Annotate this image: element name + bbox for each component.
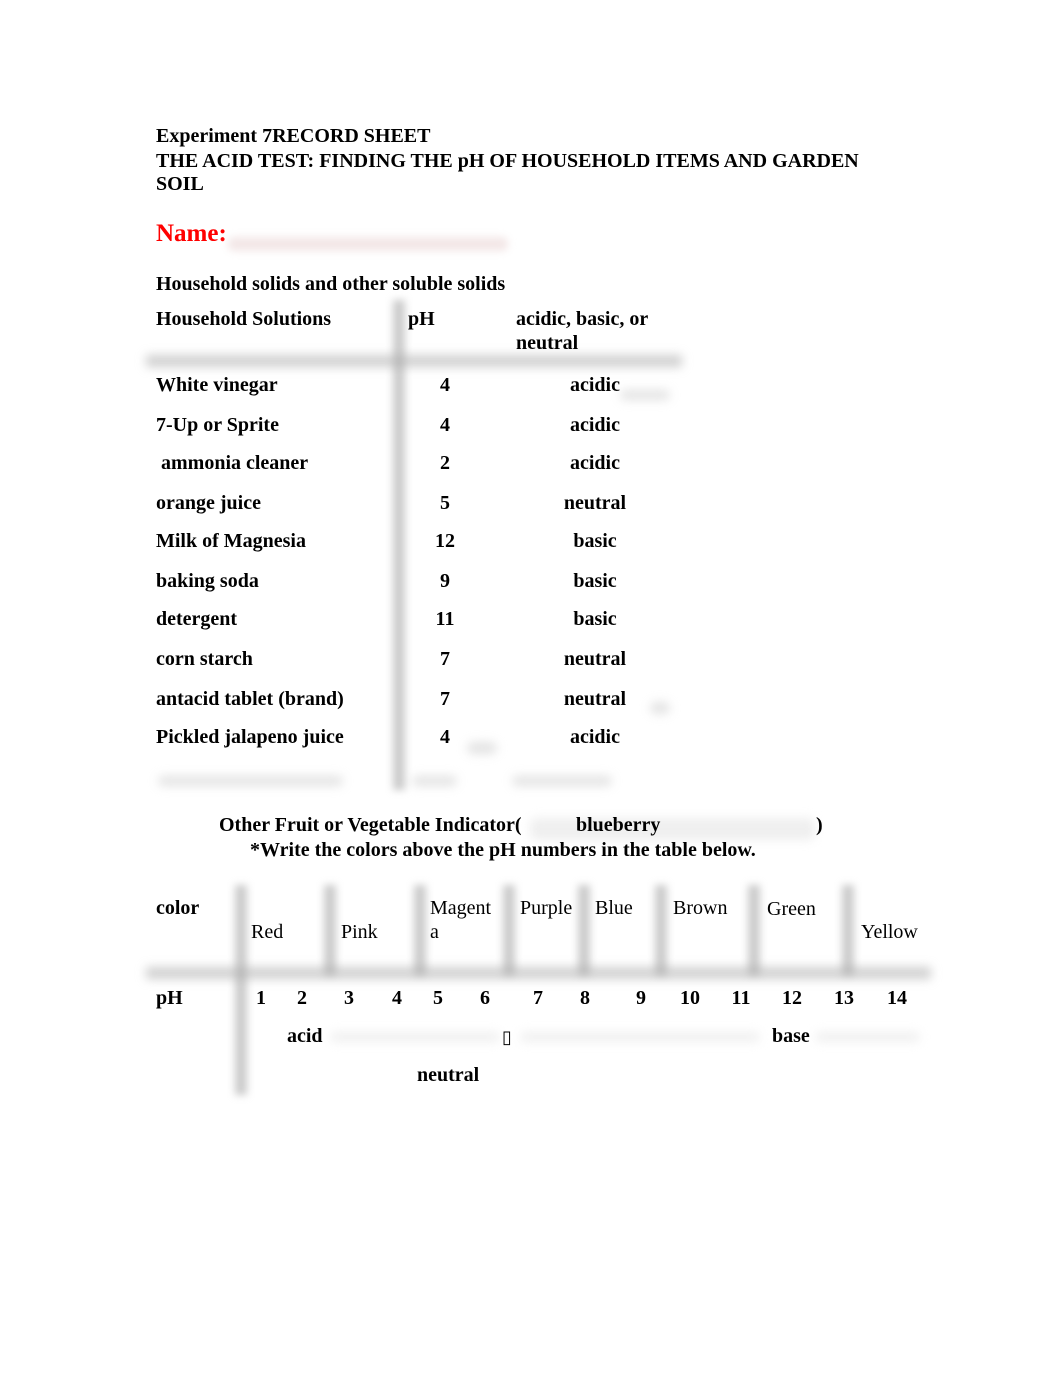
indicator-close-paren: ) [816,814,823,836]
indicator-value[interactable]: blueberry [576,813,660,837]
scale-divider-horizontal [146,967,931,979]
row-class: neutral [563,492,627,514]
ph-value: 1 [256,987,266,1009]
ph-row-label: pH [156,987,183,1009]
column-header-class: acidic, basic, or [516,308,649,330]
row-name: corn starch [156,648,253,670]
row-class: neutral [563,648,627,670]
color-pink: Pink [341,921,378,943]
color-yellow: Yellow [861,921,918,943]
row-ph: 7 [440,648,450,670]
row-name: baking soda [156,570,259,592]
row-name: orange juice [156,492,261,514]
scale-divider [748,885,760,975]
scale-divider [655,885,667,975]
scale-divider [503,885,515,975]
scale-divider [324,885,336,975]
name-label: Name: [156,220,227,247]
row-name: White vinegar [156,374,278,396]
row-name: antacid tablet (brand) [156,688,344,710]
blank-row-smudge [412,776,457,786]
ph-value: 3 [344,987,354,1009]
scale-divider [578,885,590,975]
row-ph: 12 [435,530,455,552]
base-label: base [772,1025,810,1047]
ph-value: 13 [834,987,854,1009]
ph-value: 6 [480,987,490,1009]
color-red: Red [251,921,284,943]
row-name: detergent [156,608,238,630]
ph-value: 10 [680,987,700,1009]
ph-value: 5 [433,987,443,1009]
row-class: acidic [570,726,620,748]
row-name: 7-Up or Sprite [156,414,279,436]
table-divider-vertical [393,300,405,790]
column-header-name: Household Solutions [156,308,332,330]
ph-value: 8 [580,987,590,1009]
row-name: Milk of Magnesia [156,530,306,552]
row-name: Pickled jalapeno juice [156,726,344,748]
row-class: basic [573,570,617,592]
smudge [520,1032,760,1042]
neutral-label: neutral [417,1064,480,1086]
ph-value: 7 [533,987,543,1009]
smudge [815,1032,920,1042]
row-class: neutral [563,688,627,710]
row-ph: 2 [440,452,450,474]
indicator-field-background [530,818,815,840]
row-ph: 5 [440,492,450,514]
row-name: ammonia cleaner [156,452,309,474]
row-ph: 9 [440,570,450,592]
color-purple: Purple [520,897,573,919]
acid-label: acid [287,1025,323,1047]
column-header-class-continued: neutral [516,332,579,354]
row-class: acidic [570,414,620,436]
section-title: Household solids and other soluble solid… [156,273,506,295]
row-class: acidic [570,374,620,396]
smudge [330,1032,500,1042]
sheet-title: THE ACID TEST: FINDING THE pH OF HOUSEHO… [156,150,859,172]
smudge [650,702,670,714]
color-green: Green [767,898,816,920]
neutral-marker-icon: ▯ [502,1027,512,1048]
ph-value: 9 [636,987,646,1009]
row-ph: 4 [440,374,450,396]
row-ph: 11 [435,608,455,630]
ph-value: 4 [392,987,402,1009]
row-ph: 4 [440,414,450,436]
sheet-title-continued: SOIL [156,173,204,195]
ph-value: 11 [731,987,751,1009]
scale-divider [842,885,854,975]
row-ph: 4 [440,726,450,748]
row-class: acidic [570,452,620,474]
blank-row-smudge [512,776,612,786]
indicator-label: Other Fruit or Vegetable Indicator( [219,814,522,836]
ph-value: 12 [782,987,802,1009]
experiment-title: Experiment 7RECORD SHEET [156,125,431,147]
color-magenta-wrap: a [430,921,439,943]
table-divider-horizontal [146,355,682,367]
indicator-instruction: *Write the colors above the pH numbers i… [250,839,756,861]
color-blue: Blue [595,897,633,919]
column-header-ph: pH [408,308,435,330]
ph-value: 14 [887,987,907,1009]
name-field[interactable] [228,237,508,251]
row-class: basic [573,530,617,552]
row-ph: 7 [440,688,450,710]
color-magenta: Magent [430,897,492,919]
scale-divider [414,885,426,975]
ph-value: 2 [297,987,307,1009]
color-brown: Brown [673,897,728,919]
blank-row-smudge [158,776,343,786]
row-class: basic [573,608,617,630]
color-row-label: color [156,897,200,919]
